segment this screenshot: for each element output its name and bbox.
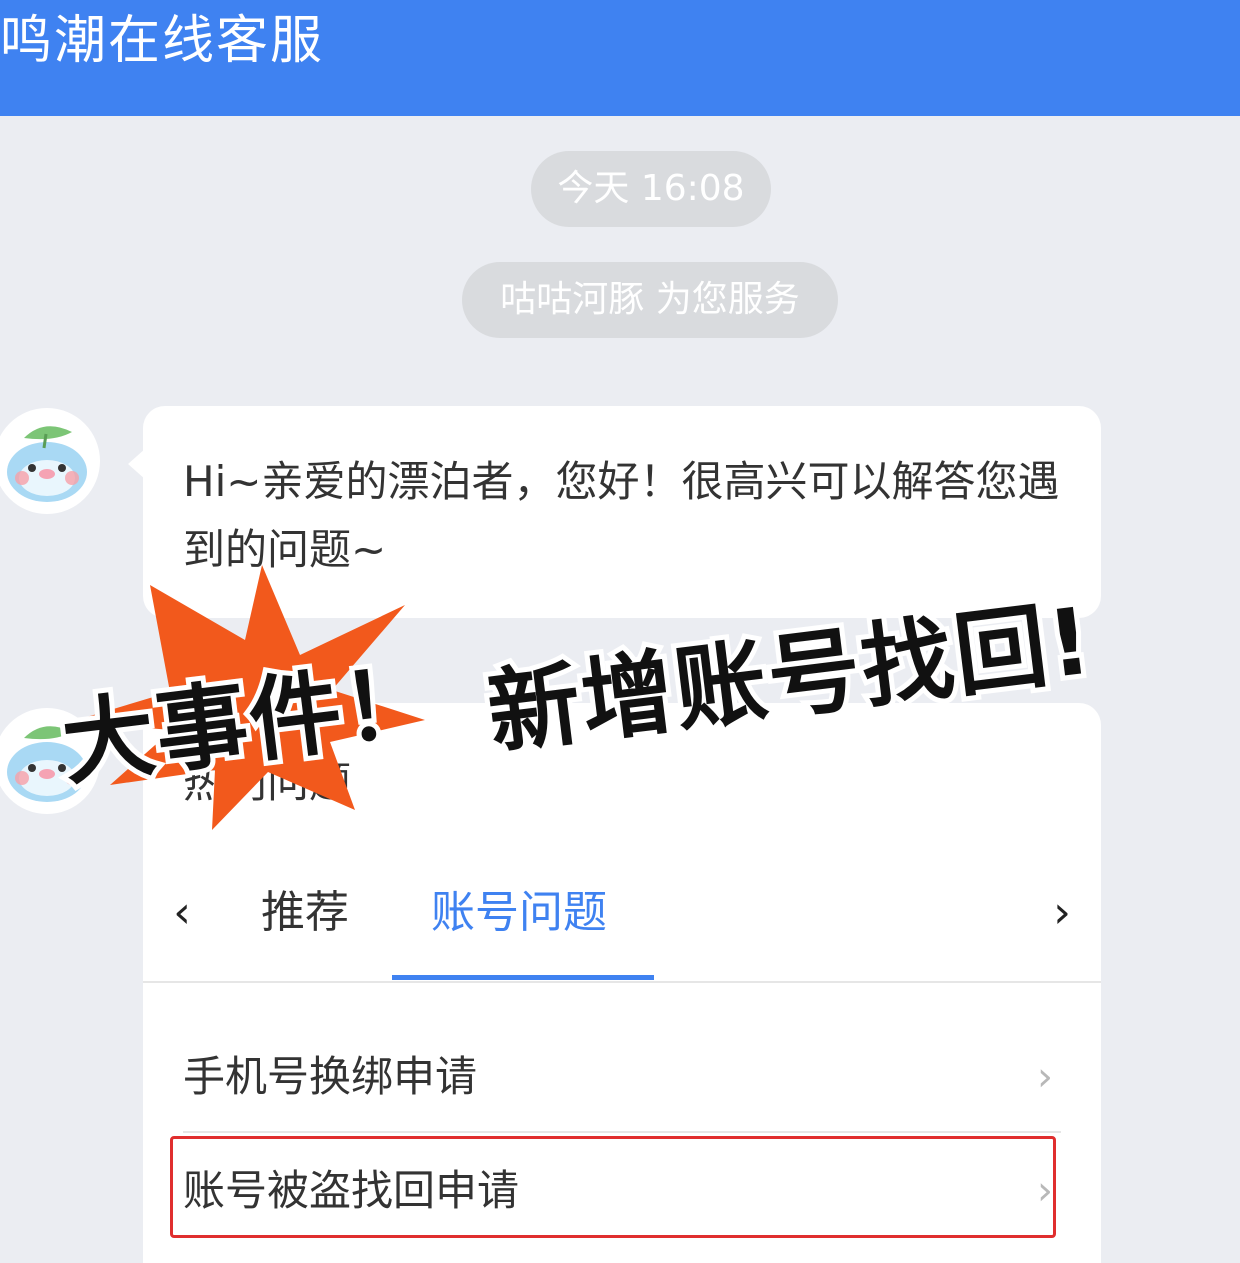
- tab-recommend[interactable]: 推荐: [261, 863, 349, 963]
- active-tab-indicator: [392, 975, 654, 980]
- faq-title: 热门问题: [183, 758, 352, 807]
- faq-item-phone-rebind[interactable]: 手机号换绑申请 ›: [143, 1023, 1101, 1131]
- greeting-text: Hi~亲爱的漂泊者，您好！很高兴可以解答您遇到的问题~: [183, 457, 1060, 574]
- app-header: 鸣潮在线客服: [0, 0, 1240, 116]
- chevron-right-icon: ›: [1037, 1054, 1053, 1100]
- greeting-bubble: Hi~亲爱的漂泊者，您好！很高兴可以解答您遇到的问题~: [143, 406, 1101, 618]
- tab-account-issues[interactable]: 账号问题: [431, 863, 607, 963]
- faq-card: 热门问题 ‹ 推荐 账号问题 › 手机号换绑申请 › 账号被盗找回申请 ›: [143, 703, 1101, 1263]
- divider: [183, 1131, 1061, 1133]
- agent-notice-pill: 咕咕河豚 为您服务: [462, 262, 838, 338]
- highlight-box: [170, 1136, 1056, 1238]
- chevron-right-icon[interactable]: ›: [1037, 863, 1087, 963]
- timestamp-pill: 今天 16:08: [531, 151, 771, 227]
- agent-avatar[interactable]: [0, 408, 100, 514]
- chevron-left-icon[interactable]: ‹: [157, 863, 207, 963]
- pufferfish-icon: [7, 426, 87, 502]
- divider: [143, 981, 1101, 983]
- agent-avatar[interactable]: [0, 708, 100, 814]
- faq-item-label: 手机号换绑申请: [183, 1052, 478, 1101]
- pufferfish-icon: [7, 726, 87, 802]
- header-title: 鸣潮在线客服: [0, 11, 325, 71]
- faq-tabbar: ‹ 推荐 账号问题 ›: [143, 863, 1101, 983]
